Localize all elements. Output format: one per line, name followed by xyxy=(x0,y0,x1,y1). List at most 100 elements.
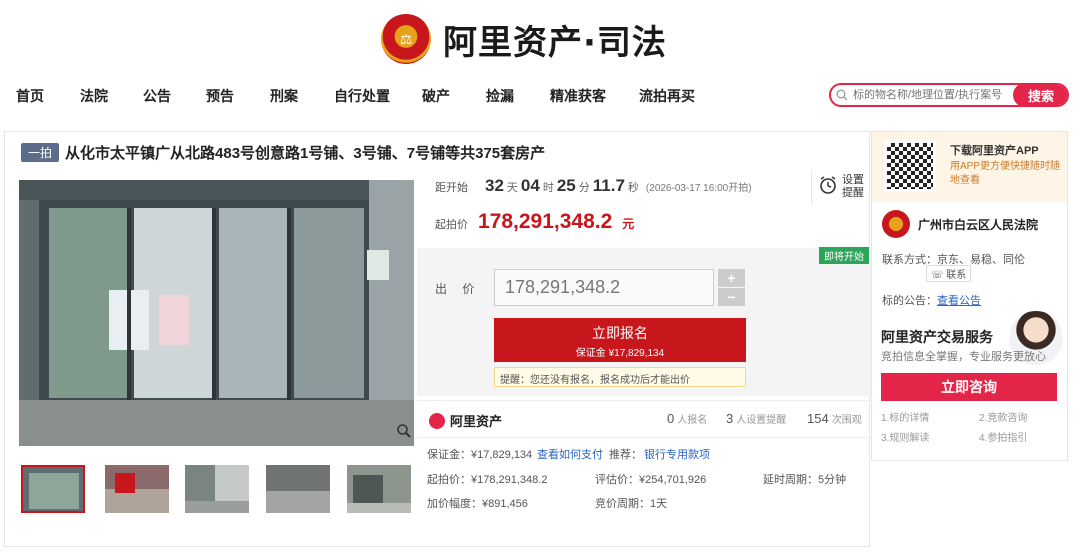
app-download-title: 下载阿里资产APP xyxy=(950,145,1039,157)
view-count-label: 次围观 xyxy=(831,415,862,426)
set-reminder-button[interactable]: 设置 提醒 xyxy=(811,170,867,204)
search-button[interactable]: 搜索 xyxy=(1013,85,1067,105)
signup-label: 立即报名 xyxy=(592,325,648,341)
app-download-box[interactable]: 下载阿里资产APP 用APP更方便快捷随时随地查看 xyxy=(872,132,1067,202)
ali-assets-label: 阿里资产 xyxy=(450,414,503,429)
thumbnail-2[interactable] xyxy=(105,465,169,513)
nav-item-home[interactable]: 首页 xyxy=(16,86,44,106)
view-count: 154 次围观 xyxy=(807,411,862,426)
brand-name: 阿里资产·司法 xyxy=(443,22,667,63)
view-announcement-link[interactable]: 查看公告 xyxy=(937,295,981,307)
signup-count-value: 0 xyxy=(667,411,675,426)
status-badge: 即将开始 xyxy=(819,247,869,264)
service-subtitle: 竞拍信息全掌握，专业服务更放心 xyxy=(881,351,1046,363)
contact-button[interactable]: ☏ 联系 xyxy=(926,265,972,282)
start-price-detail: 起拍价：¥178,291,348.2 xyxy=(427,474,548,486)
brand-logo[interactable]: ⚖ 阿里资产·司法 xyxy=(381,12,667,66)
start-time: (2026-03-17 16:00开拍) xyxy=(645,183,752,194)
start-price-label: 起拍价 xyxy=(435,219,468,231)
decrease-bid-button[interactable]: − xyxy=(718,288,745,306)
thumbnail-1[interactable] xyxy=(21,465,85,513)
auction-panel: 一拍 从化市太平镇广从北路483号创意路1号铺、3号铺、7号铺等共375套房产 xyxy=(4,131,871,547)
signup-notice: 提醒：您还没有报名，报名成功后才能出价 xyxy=(494,367,746,387)
appraisal-detail: 评估价：¥254,701,926 xyxy=(595,474,707,486)
search-bar: 搜索 xyxy=(829,83,1069,107)
court-name: 广州市白云区人民法院 xyxy=(918,217,1039,232)
item-title-row: 一拍 从化市太平镇广从北路483号创意路1号铺、3号铺、7号铺等共375套房产 xyxy=(21,142,545,162)
recommend-label: 推荐： xyxy=(609,449,642,461)
reminder-count-value: 3 xyxy=(726,411,734,426)
search-icon xyxy=(831,85,853,105)
minutes-unit: 分 xyxy=(578,182,590,194)
service-link-rules[interactable]: 3.规则解读 xyxy=(881,429,929,444)
announcement-row: 标的公告：查看公告 xyxy=(882,292,981,308)
search-input[interactable] xyxy=(853,89,1013,101)
contact-button-label: 联系 xyxy=(946,270,967,281)
app-download-subtitle: 用APP更方便快捷随时随地查看 xyxy=(950,161,1061,186)
thumbnail-5[interactable] xyxy=(347,465,411,513)
nav-item-criminal[interactable]: 刑案 xyxy=(270,86,298,106)
nav-item-bargain[interactable]: 捡漏 xyxy=(486,86,514,106)
bid-box: 即将开始 出 价 + − 立即报名 保证金 ¥17,829,134 提醒：您还没… xyxy=(417,247,871,396)
item-title: 从化市太平镇广从北路483号创意路1号铺、3号铺、7号铺等共375套房产 xyxy=(65,144,546,162)
ali-assets-logo: 阿里资产 xyxy=(429,411,502,430)
signup-count-label: 人报名 xyxy=(677,415,708,426)
countdown-minutes: 25 xyxy=(556,176,576,195)
start-price-value: 178,291,348.2 xyxy=(478,210,613,233)
alarm-clock-icon xyxy=(818,175,838,199)
nav-item-bankruptcy[interactable]: 破产 xyxy=(422,86,450,106)
days-unit: 天 xyxy=(506,182,518,194)
nav-item-court[interactable]: 法院 xyxy=(80,86,108,106)
reminder-count: 3 人设置提醒 xyxy=(726,411,786,426)
nav-item-leads[interactable]: 精准获客 xyxy=(550,86,606,106)
nav-item-rebuy[interactable]: 流拍再买 xyxy=(639,86,695,106)
auction-round-tag: 一拍 xyxy=(21,142,60,162)
countdown-label: 距开始 xyxy=(435,182,468,194)
zoom-icon[interactable] xyxy=(396,423,412,444)
signup-button[interactable]: 立即报名 保证金 ¥17,829,134 xyxy=(494,318,746,362)
nav-item-self-disposal[interactable]: 自行处置 xyxy=(334,86,390,106)
countdown-hours: 04 xyxy=(520,176,540,195)
hours-unit: 时 xyxy=(542,182,554,194)
view-count-value: 154 xyxy=(807,411,829,426)
court-info[interactable]: 广州市白云区人民法院 xyxy=(882,210,1038,238)
court-emblem-icon: ⚖ xyxy=(381,14,431,64)
ali-assets-icon xyxy=(429,412,445,429)
how-to-pay-link[interactable]: 查看如何支付 xyxy=(537,446,603,462)
thumbnail-4[interactable] xyxy=(266,465,330,513)
auction-stats: 阿里资产 0 人报名 3 人设置提醒 154 次围观 xyxy=(417,400,871,438)
announcement-label: 标的公告： xyxy=(882,295,937,307)
thumbnail-3[interactable] xyxy=(185,465,249,513)
service-link-details[interactable]: 1.标的详情 xyxy=(881,409,929,424)
deposit-detail: 保证金：¥17,829,134 xyxy=(427,449,533,461)
countdown-days: 32 xyxy=(485,176,504,195)
reminder-count-label: 人设置提醒 xyxy=(736,415,787,426)
court-emblem-icon xyxy=(882,210,910,238)
increase-bid-button[interactable]: + xyxy=(718,269,745,287)
seconds-unit: 秒 xyxy=(627,182,639,194)
start-price: 起拍价 178,291,348.2 元 xyxy=(435,210,634,234)
service-title: 阿里资产交易服务 xyxy=(881,329,993,345)
start-price-unit: 元 xyxy=(622,217,635,231)
nav-item-preview[interactable]: 预告 xyxy=(206,86,234,106)
reminder-label-1: 设置 xyxy=(842,174,864,186)
consult-button[interactable]: 立即咨询 xyxy=(881,373,1057,401)
qr-code-icon xyxy=(884,140,936,192)
bid-amount-input[interactable] xyxy=(494,269,714,306)
reminder-label-2: 提醒 xyxy=(842,187,864,199)
main-photo[interactable] xyxy=(19,180,414,446)
countdown-seconds: 11.7 xyxy=(592,176,625,195)
signup-count: 0 人报名 xyxy=(667,411,707,426)
service-box: 阿里资产交易服务 竞拍信息全掌握，专业服务更放心 立即咨询 1.标的详情 2.竞… xyxy=(871,309,1068,459)
countdown: 距开始 32 天 04 时 25 分 11.7 秒 (2026-03-17 16:00开… xyxy=(435,176,752,196)
thumbnail-strip xyxy=(19,465,419,515)
bank-loan-link[interactable]: 银行专用款项 xyxy=(644,446,710,462)
nav-item-announcement[interactable]: 公告 xyxy=(143,86,171,106)
service-link-payment[interactable]: 2.竞款咨询 xyxy=(979,409,1027,424)
page-header: ⚖ 阿里资产·司法 xyxy=(0,0,1080,74)
bid-label: 出 价 xyxy=(435,282,481,296)
service-link-guide[interactable]: 4.参拍指引 xyxy=(979,429,1027,444)
increment-detail: 加价幅度：¥891,456 xyxy=(427,498,528,510)
delay-period-detail: 延时周期：5分钟 xyxy=(763,474,847,486)
bidding-period-detail: 竞价周期：1天 xyxy=(595,498,668,510)
